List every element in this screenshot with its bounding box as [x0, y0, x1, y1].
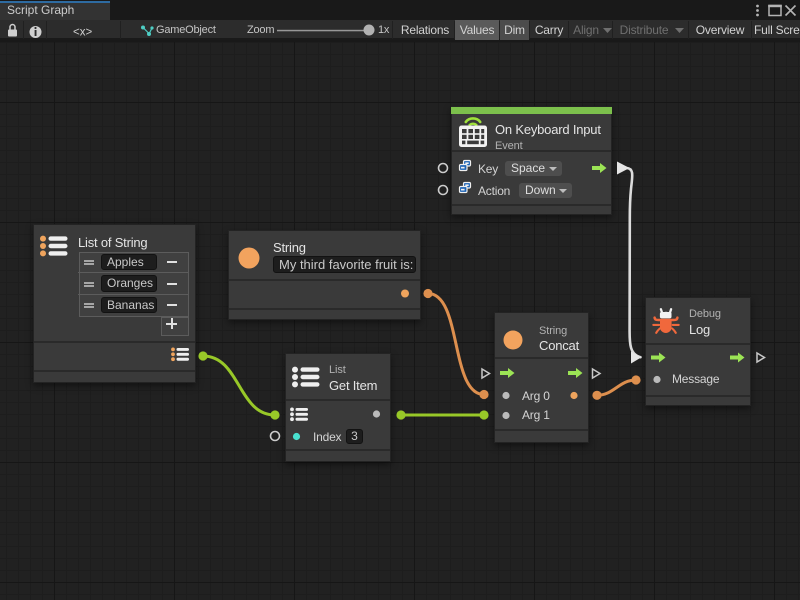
svg-text:<x>: <x> — [73, 27, 92, 39]
